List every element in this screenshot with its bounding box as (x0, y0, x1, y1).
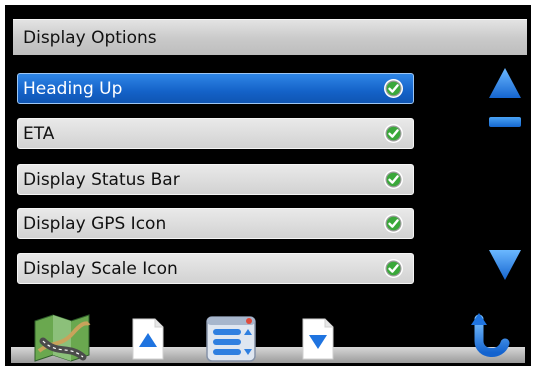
option-display-status-bar[interactable]: Display Status Bar (17, 164, 414, 195)
option-display-gps-icon[interactable]: Display GPS Icon (17, 208, 414, 239)
option-label: Display Status Bar (23, 170, 180, 190)
bottom-toolbar (7, 307, 529, 364)
check-icon[interactable] (383, 258, 404, 279)
device-screen: Display Options Heading Up ETA Display S… (5, 5, 531, 366)
option-heading-up[interactable]: Heading Up (17, 73, 414, 104)
option-label: Display Scale Icon (23, 259, 178, 279)
back-arrow-icon[interactable] (469, 311, 513, 363)
option-label: Display GPS Icon (23, 214, 167, 234)
option-eta[interactable]: ETA (17, 118, 414, 149)
menu-list-icon[interactable] (205, 313, 259, 363)
triangle-down-icon[interactable] (488, 249, 522, 281)
check-icon[interactable] (383, 213, 404, 234)
option-display-scale-icon[interactable]: Display Scale Icon (17, 253, 414, 284)
title-bar: Display Options (13, 19, 527, 55)
map-icon[interactable] (33, 311, 91, 363)
triangle-up-icon[interactable] (488, 67, 522, 99)
check-icon[interactable] (383, 78, 404, 99)
option-label: ETA (23, 124, 55, 144)
page-up-icon[interactable] (131, 317, 165, 361)
check-icon[interactable] (383, 123, 404, 144)
check-icon[interactable] (383, 169, 404, 190)
option-label: Heading Up (23, 79, 123, 99)
scroll-thumb[interactable] (489, 117, 521, 127)
page-title: Display Options (23, 28, 157, 48)
page-down-icon[interactable] (301, 317, 335, 361)
